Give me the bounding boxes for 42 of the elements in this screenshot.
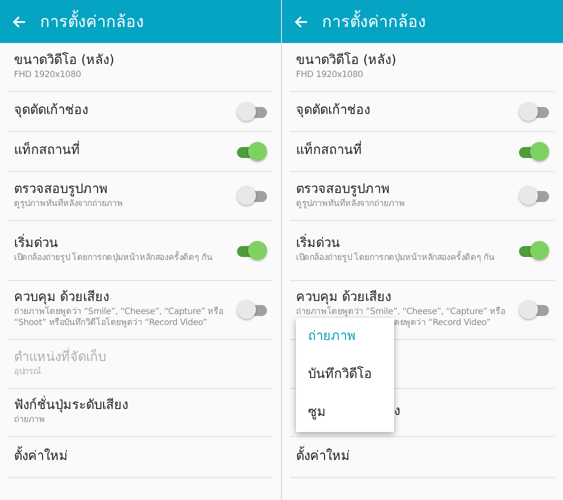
setting-description: อุปกรณ์: [14, 366, 42, 378]
setting-description: ดูรูปภาพทันทีหลังจากถ่ายภาพ: [14, 198, 124, 210]
setting-title: ขนาดวิดีโอ (หลัง): [296, 52, 398, 70]
setting-description: ถ่ายภาพโดยพูดว่า “Smile”, “Cheese”, “Capture” หรือ “Shoot” หรือบันทึกวิดีโอโดยพูดว่า “Record Video”: [14, 307, 224, 330]
toggle-switch[interactable]: [237, 142, 267, 162]
setting-title: ตรวจสอบรูปภาพ: [14, 182, 109, 198]
setting-description: ถ่ายภาพโดยพูดว่า “Smile”, “Cheese”, “Capture” หรือ: [296, 307, 506, 318]
setting-title: ฟังก์ชั่นปุ่มระดับเสียง: [14, 398, 267, 416]
menu-option[interactable]: ซูม: [296, 394, 394, 432]
toggle-switch[interactable]: [519, 186, 549, 206]
back-arrow-icon[interactable]: [12, 14, 26, 28]
toggle-switch[interactable]: [237, 300, 267, 320]
setting-description: ดยพูดว่า “Record Video”: [394, 318, 491, 330]
setting-title: ตั้งค่าใหม่: [14, 448, 267, 466]
menu-option[interactable]: บันทึกวิดีโอ: [296, 356, 394, 394]
screen-title: การตั้งค่ากล้อง: [322, 10, 426, 32]
toggle-switch[interactable]: [237, 102, 267, 122]
toggle-switch[interactable]: [519, 300, 549, 320]
setting-description: เปิดกล้องถ่ายรูป โดยการกดปุ่มหน้าหลักสองครั้งติดๆ กัน: [296, 253, 496, 265]
setting-title: แท็กสถานที่: [296, 143, 511, 160]
setting-description: เปิดกล้องถ่ายรูป โดยการกดปุ่มหน้าหลักสองครั้งติดๆ กัน: [14, 253, 214, 265]
back-arrow-icon[interactable]: [294, 14, 308, 28]
setting-title: จุดตัดเก้าช่อง: [14, 103, 89, 120]
toggle-switch[interactable]: [237, 186, 267, 206]
setting-description: ถ่ายภาพ: [14, 415, 46, 427]
setting-title: จุดตัดเก้าช่อง: [296, 103, 371, 120]
setting-description: FHD 1920x1080: [296, 70, 364, 82]
setting-title: ง: [394, 404, 400, 421]
screen-title: การตั้งค่ากล้อง: [40, 10, 144, 32]
setting-title: ตรวจสอบรูปภาพ: [296, 182, 391, 198]
setting-title: ขนาดวิดีโอ (หลัง): [14, 52, 116, 70]
toggle-switch[interactable]: [519, 102, 549, 122]
toggle-switch[interactable]: [237, 240, 267, 260]
setting-title: ควบคุม ด้วยเสียง: [14, 290, 110, 306]
toggle-switch[interactable]: [519, 240, 549, 260]
setting-title: แท็กสถานที่: [14, 143, 229, 160]
toggle-switch[interactable]: [519, 142, 549, 162]
setting-title: ตั้งค่าใหม่: [296, 448, 549, 466]
setting-description: ดูรูปภาพทันทีหลังจากถ่ายภาพ: [296, 198, 406, 210]
setting-title: ควบคุม ด้วยเสียง: [296, 290, 392, 306]
setting-title: ตำแหน่งที่จัดเก็บ: [14, 350, 107, 366]
setting-description: FHD 1920x1080: [14, 70, 82, 82]
